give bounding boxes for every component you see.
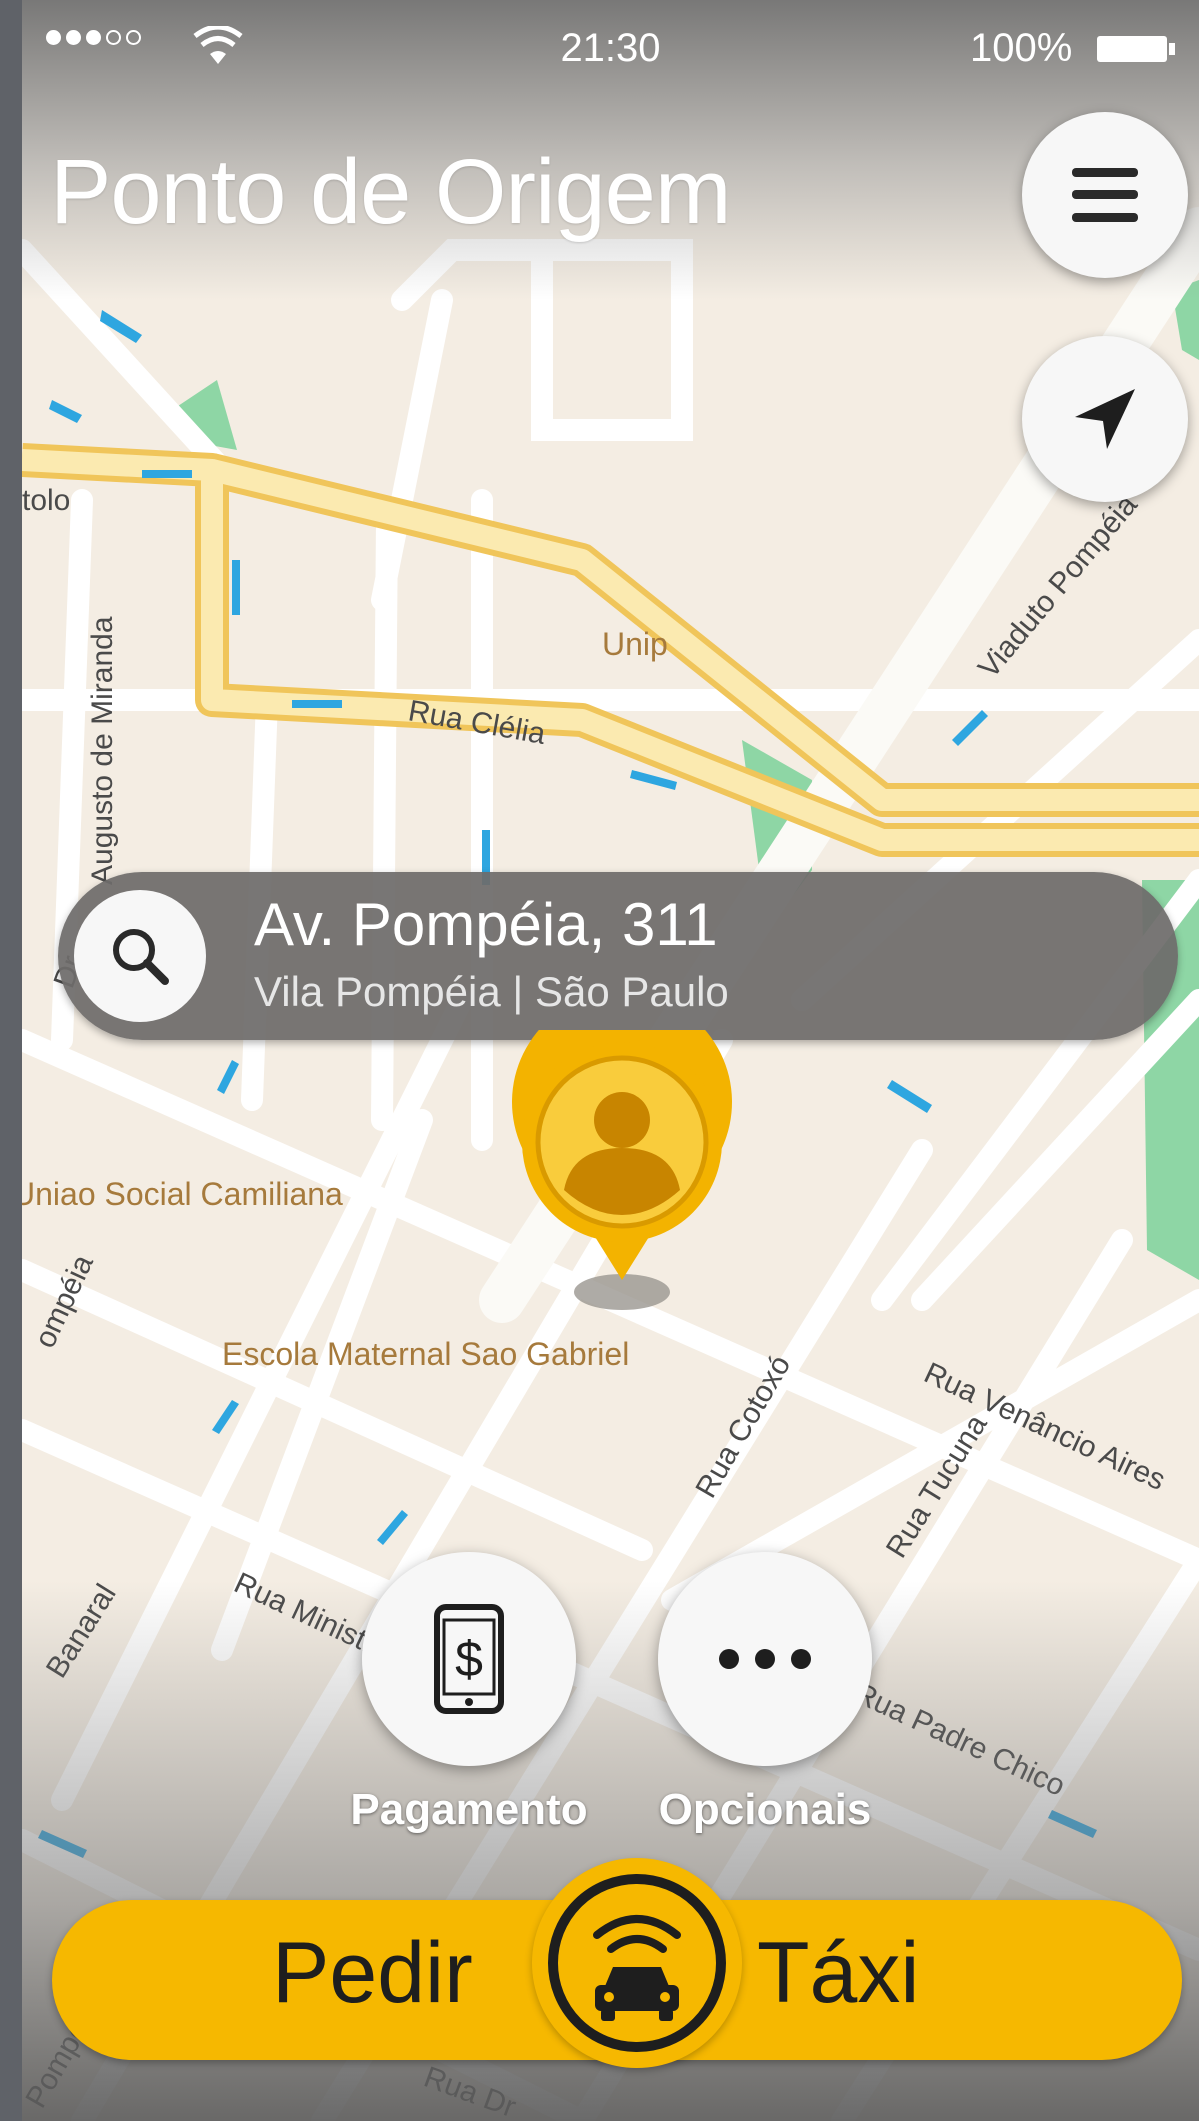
request-taxi-label-left: Pedir [272,1925,473,2021]
address-subtitle: Vila Pompéia | São Paulo [254,968,729,1015]
menu-button[interactable] [1022,112,1188,278]
map-place-label: Uniao Social Camiliana [22,1176,343,1212]
taxi-logo-button[interactable] [532,1858,742,2068]
map-street-label: Augusto de Miranda [86,616,119,885]
locate-button[interactable] [1022,336,1188,502]
options-button[interactable] [658,1552,872,1766]
map-place-label: Escola Maternal Sao Gabriel [222,1336,629,1372]
user-location-pin-icon[interactable] [502,1030,742,1320]
map-place-label: Unip [602,626,668,662]
search-button[interactable] [74,890,206,1022]
payment-label: Pagamento [350,1785,588,1834]
phone-screen: Rua Clélia Viaduto Pompéia Rua Cotoxó Ru… [22,0,1199,2121]
taxi-signal-icon [548,1874,726,2052]
request-taxi-label-right: Táxi [757,1925,920,2021]
battery-tip [1169,43,1175,55]
options-label: Opcionais [658,1785,872,1834]
svg-text:$: $ [455,1631,483,1687]
hamburger-menu-icon [1072,168,1138,222]
battery-icon [1097,36,1167,62]
map-street-label: tolo [22,484,70,517]
address-line: Av. Pompéia, 311 [254,891,718,958]
phone-dollar-icon: $ [434,1604,504,1714]
search-icon [113,929,169,985]
address-search-bar[interactable]: Av. Pompéia, 311 Vila Pompéia | São Paul… [58,872,1178,1040]
status-bar: 21:30 100% [22,0,1199,100]
battery-percent: 100% [970,26,1073,70]
page-title: Ponto de Origem [50,141,731,243]
payment-button[interactable]: $ [362,1552,576,1766]
ellipsis-icon [719,1649,811,1669]
location-arrow-icon [1075,389,1135,449]
